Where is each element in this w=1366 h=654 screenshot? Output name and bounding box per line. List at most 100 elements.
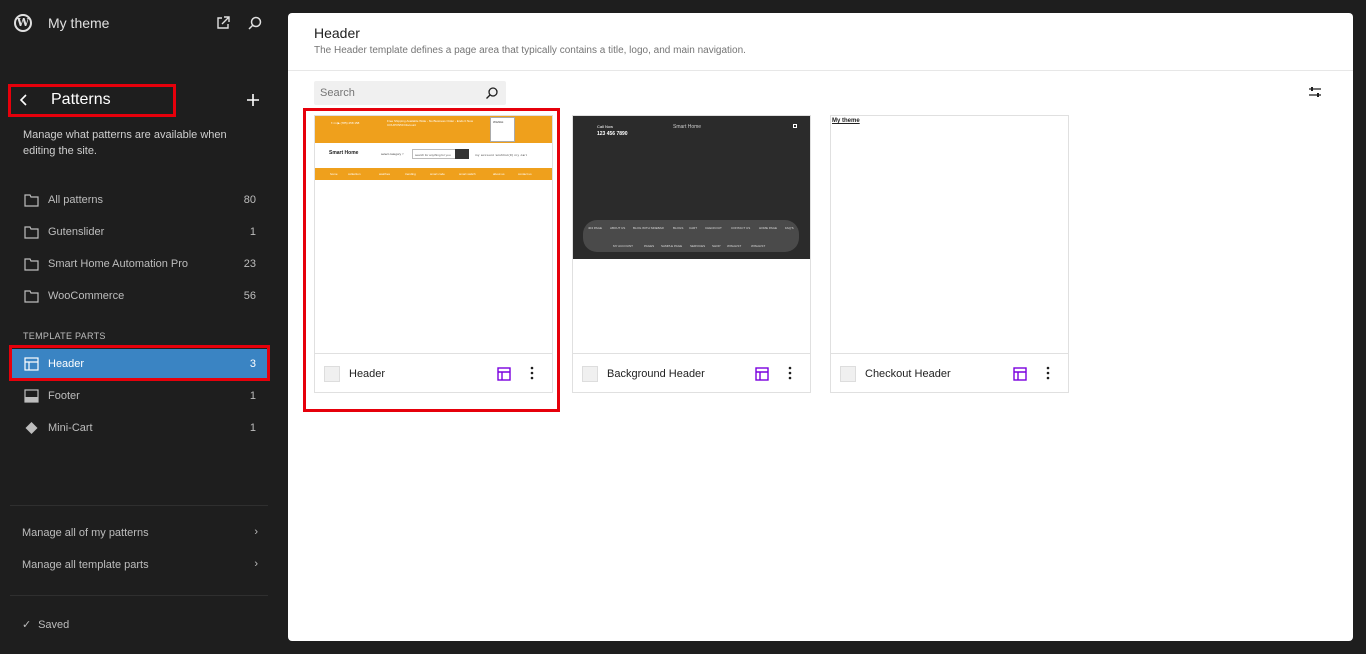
sidebar-item-footer[interactable]: Footer 1	[12, 381, 268, 411]
diamond-block-icon	[25, 422, 38, 434]
sidebar-item-count: 1	[249, 226, 256, 238]
pattern-preview[interactable]: Call Now 123 456 7890 Smart Home 404 PAG…	[573, 116, 810, 354]
select-checkbox[interactable]	[324, 366, 340, 382]
sidebar-description: Manage what patterns are available when …	[23, 129, 227, 157]
chevron-right-icon: ›	[254, 526, 258, 538]
divider	[288, 70, 1353, 71]
chevron-right-icon: ›	[254, 558, 258, 570]
preview-menu-item: SERVICES	[690, 244, 706, 248]
save-status-label: Saved	[38, 619, 70, 631]
sidebar-item-gutenslider[interactable]: Gutenslider 1	[12, 217, 268, 247]
preview-menu-item: BLOGS	[673, 226, 684, 230]
preview-site-title: My theme	[832, 118, 860, 124]
divider	[10, 505, 268, 506]
pattern-preview[interactable]: f t in ▶ (785) 258 158 Free Shipping Ava…	[315, 116, 552, 354]
sidebar-item-label: Mini-Cart	[48, 422, 93, 434]
manage-patterns-label: Manage all of my patterns	[22, 527, 149, 539]
preview-menu-item: SAMPLE PAGE	[661, 244, 683, 248]
more-options-icon[interactable]	[1041, 365, 1055, 381]
sidebar-title: Patterns	[51, 91, 111, 108]
pattern-card-checkout-header[interactable]: My theme Checkout Header	[830, 115, 1069, 393]
page-description: The Header template defines a page area …	[314, 45, 746, 56]
folder-icon	[24, 226, 39, 239]
pattern-preview[interactable]: My theme	[831, 116, 1068, 354]
sidebar-item-mini-cart[interactable]: Mini-Cart 1	[12, 413, 268, 443]
preview-box-title: Wishlist	[493, 120, 504, 124]
sidebar-item-woocommerce[interactable]: WooCommerce 56	[12, 281, 268, 311]
sidebar-item-all-patterns[interactable]: All patterns 80	[12, 185, 268, 215]
more-options-icon[interactable]	[525, 365, 539, 381]
back-chevron-icon[interactable]	[16, 92, 32, 108]
preview-nav-item: collection	[348, 172, 361, 176]
preview-menu-item: CART	[689, 226, 698, 230]
preview-logo: Smart Home	[673, 124, 702, 130]
folder-icon	[24, 290, 39, 303]
preview-nav-item: smart switch	[459, 172, 476, 176]
sidebar-item-count: 80	[243, 194, 256, 206]
main-panel: Header The Header template defines a pag…	[288, 13, 1353, 641]
sidebar-item-count: 1	[249, 422, 256, 434]
card-title[interactable]: Header	[349, 368, 385, 380]
preview-menu-item: CHECKOUT	[705, 226, 722, 230]
preview-nav-item: about us	[493, 172, 505, 176]
manage-patterns-link[interactable]: Manage all of my patterns ›	[22, 524, 260, 544]
preview-menu-item: PAGES	[644, 244, 655, 248]
sidebar-item-count: 23	[243, 258, 256, 270]
pattern-card-header[interactable]: f t in ▶ (785) 258 158 Free Shipping Ava…	[314, 115, 553, 393]
sidebar: W My theme Patterns Manage what patterns…	[0, 0, 288, 654]
site-name[interactable]: My theme	[48, 15, 109, 31]
preview-logo: Smart Home	[329, 150, 359, 156]
sidebar-item-label: All patterns	[48, 194, 104, 206]
sidebar-item-label: WooCommerce	[48, 290, 125, 302]
sidebar-item-count: 1	[249, 390, 256, 402]
filter-settings-icon[interactable]	[1308, 85, 1322, 99]
check-icon: ✓	[22, 619, 32, 631]
pattern-card-background-header[interactable]: Call Now 123 456 7890 Smart Home 404 PAG…	[572, 115, 811, 393]
preview-wishlist-box: Wishlist	[490, 117, 515, 142]
select-checkbox[interactable]	[582, 366, 598, 382]
search-icon	[486, 87, 498, 99]
sidebar-topbar: W My theme	[0, 0, 288, 46]
divider	[10, 595, 268, 596]
more-options-icon[interactable]	[783, 365, 797, 381]
preview-nav-item: trending	[405, 172, 416, 176]
save-status: ✓ Saved	[22, 618, 69, 631]
template-parts-heading: TEMPLATE PARTS	[23, 331, 106, 341]
wordpress-logo-icon[interactable]: W	[14, 14, 32, 32]
preview-menu-pill: 404 PAGE ABOUT US BLOG WITH SIDEBAR BLOG…	[583, 220, 799, 252]
preview-call-label: Call Now	[597, 124, 614, 129]
preview-nav-item: watches	[379, 172, 391, 176]
folder-icon	[24, 194, 39, 207]
preview-menu-item: WISHLIST	[751, 244, 766, 248]
preview-topbar: f t in ▶ (785) 258 158 Free Shipping Ava…	[315, 116, 552, 143]
preview-menu-item: CONTACT US	[731, 226, 751, 230]
sidebar-item-label: Gutenslider	[48, 226, 105, 238]
preview-nav-bar: home collection watches trending smart c…	[315, 168, 552, 180]
preview-menu-item: HOME PAGE	[759, 226, 777, 230]
sidebar-item-smart-home[interactable]: Smart Home Automation Pro 23	[12, 249, 268, 279]
card-title[interactable]: Background Header	[607, 368, 705, 380]
sidebar-item-count: 56	[243, 290, 256, 302]
preview-search-button	[455, 149, 469, 159]
select-checkbox[interactable]	[840, 366, 856, 382]
preview-category-select: select category ˅	[381, 152, 404, 156]
sidebar-item-label: Footer	[48, 390, 80, 402]
search-input[interactable]	[314, 81, 482, 105]
preview-phone: 123 456 7890	[597, 131, 628, 137]
card-title[interactable]: Checkout Header	[865, 368, 951, 380]
preview-menu-item: FAQ'S	[785, 226, 794, 230]
template-part-icon	[755, 367, 769, 381]
preview-phone: f t in ▶ (785) 258 158	[331, 121, 360, 125]
add-pattern-icon[interactable]	[245, 92, 261, 108]
folder-icon	[24, 258, 39, 271]
manage-template-parts-link[interactable]: Manage all template parts ›	[22, 556, 260, 576]
search-box	[314, 81, 506, 105]
search-icon[interactable]	[247, 15, 263, 31]
manage-template-parts-label: Manage all template parts	[22, 559, 149, 571]
preview-account-links: my account wishlist(0) my cart	[475, 153, 528, 157]
preview-menu-item: 404 PAGE	[588, 226, 602, 230]
preview-menu-item: BLOG WITH SIDEBAR	[633, 226, 664, 230]
header-item-highlight	[9, 345, 270, 381]
page-title: Header	[314, 25, 360, 41]
external-link-icon[interactable]	[216, 16, 230, 30]
